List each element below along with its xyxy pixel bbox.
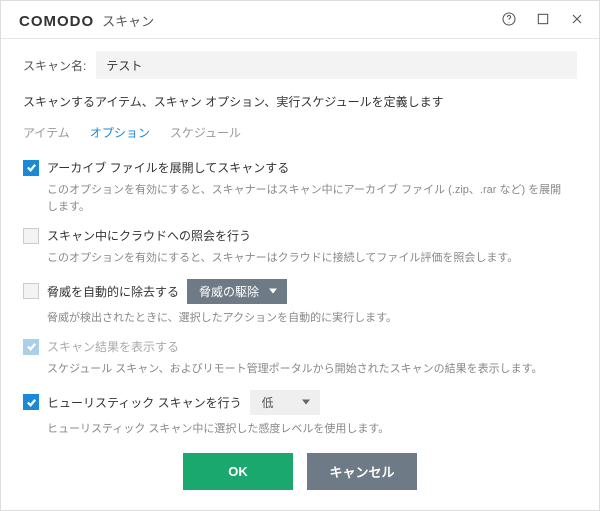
cloud-label: スキャン中にクラウドへの照会を行う [47,227,251,244]
tab-schedule[interactable]: スケジュール [170,124,241,145]
scan-name-label: スキャン名: [23,57,86,74]
results-desc: スケジュール スキャン、およびリモート管理ポータルから開始されたスキャンの結果を… [47,361,569,378]
option-results: スキャン結果を表示する スケジュール スキャン、およびリモート管理ポータルから開… [23,338,569,378]
option-heuristic: ヒューリスティック スキャンを行う 低 ヒューリスティック スキャン中に選択した… [23,390,569,438]
threat-label: 脅威を自動的に除去する [47,283,179,300]
threat-checkbox[interactable] [23,283,39,299]
cloud-desc: このオプションを有効にすると、スキャナーはクラウドに接続してファイル評価を照会し… [47,250,569,267]
hint-text: スキャンするアイテム、スキャン オプション、実行スケジュールを定義します [23,93,577,110]
ok-button[interactable]: OK [183,453,293,490]
help-icon[interactable] [501,11,517,30]
option-threat: 脅威を自動的に除去する 脅威の駆除 脅威が検出されたときに、選択したアクションを… [23,279,569,327]
tabs: アイテム オプション スケジュール [23,124,577,145]
archive-desc: このオプションを有効にすると、スキャナーはスキャン中にアーカイブ ファイル (.… [47,182,569,215]
options-scroll[interactable]: アーカイブ ファイルを展開してスキャンする このオプションを有効にすると、スキャ… [23,159,577,441]
option-cloud: スキャン中にクラウドへの照会を行う このオプションを有効にすると、スキャナーはク… [23,227,569,267]
dialog-window: COMODO スキャン スキャン名: スキャンするアイテム、スキャン オプション… [0,0,600,511]
archive-label: アーカイブ ファイルを展開してスキャンする [47,159,289,176]
option-archive: アーカイブ ファイルを展開してスキャンする このオプションを有効にすると、スキャ… [23,159,569,215]
heuristic-label: ヒューリスティック スキャンを行う [47,394,242,411]
heuristic-level-select[interactable]: 低 [250,390,320,415]
results-label: スキャン結果を表示する [47,338,179,355]
heuristic-checkbox[interactable] [23,394,39,410]
results-checkbox [23,339,39,355]
threat-desc: 脅威が検出されたときに、選択したアクションを自動的に実行します。 [47,310,569,327]
threat-action-select[interactable]: 脅威の駆除 [187,279,287,304]
titlebar-controls [501,11,585,30]
brand-logo: COMODO [19,13,94,30]
archive-checkbox[interactable] [23,160,39,176]
maximize-icon[interactable] [535,11,551,30]
tab-options[interactable]: オプション [90,124,150,145]
heuristic-level-value: 低 [262,394,274,411]
scan-name-input[interactable] [96,51,577,79]
threat-action-value: 脅威の駆除 [199,283,259,300]
content: スキャン名: スキャンするアイテム、スキャン オプション、実行スケジュールを定義… [1,39,599,510]
cloud-checkbox[interactable] [23,228,39,244]
scan-name-row: スキャン名: [23,51,577,79]
titlebar: COMODO スキャン [1,1,599,38]
footer: OK キャンセル [23,441,577,510]
brand-subtitle: スキャン [102,11,154,30]
close-icon[interactable] [569,11,585,30]
brand: COMODO スキャン [19,11,154,30]
tab-items[interactable]: アイテム [23,124,70,145]
cancel-button[interactable]: キャンセル [307,453,417,490]
heuristic-desc: ヒューリスティック スキャン中に選択した感度レベルを使用します。 [47,421,569,438]
